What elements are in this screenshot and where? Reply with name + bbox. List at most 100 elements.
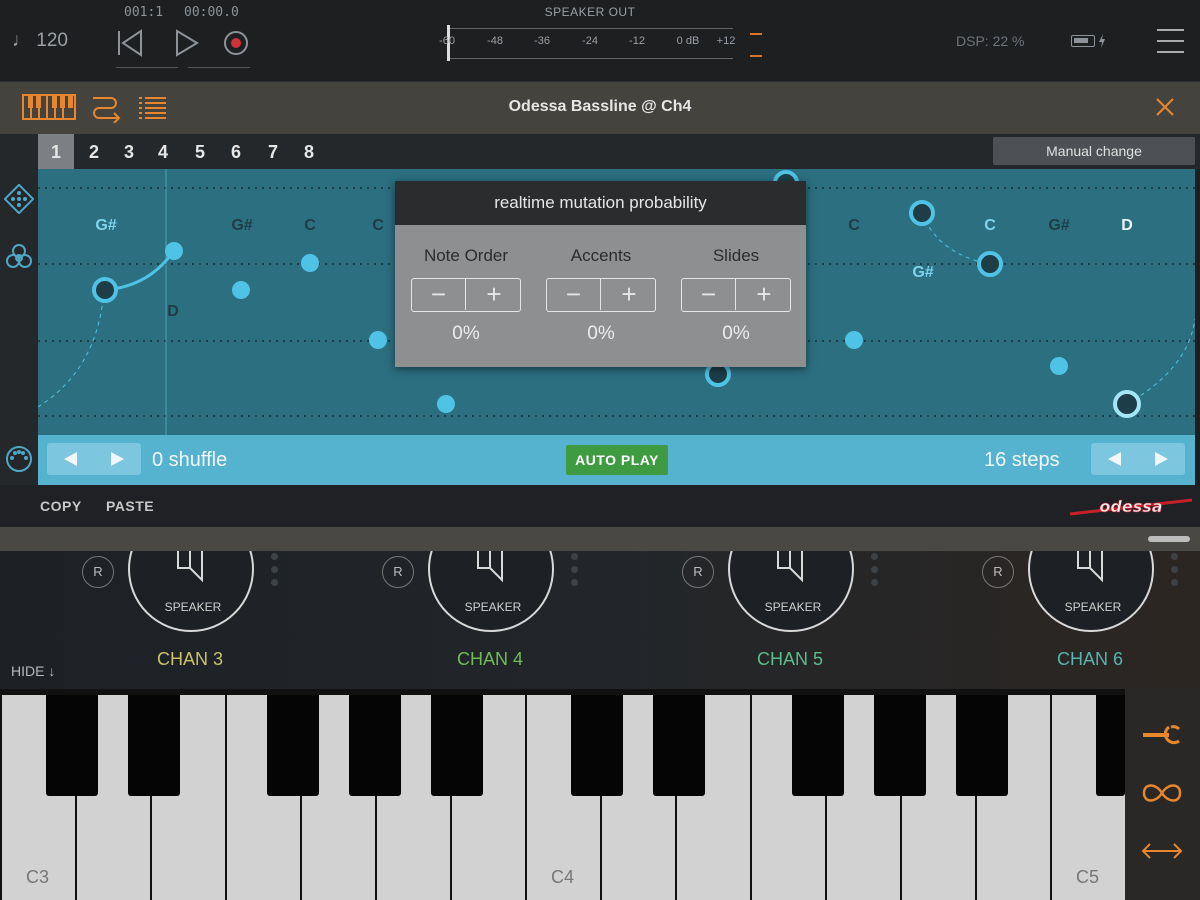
steps-increase-icon[interactable] xyxy=(1138,443,1185,475)
note-label: G# xyxy=(95,217,117,234)
record-button[interactable] xyxy=(222,28,252,58)
meter-mark: -12 xyxy=(629,35,645,47)
keyboard-side-panel xyxy=(1125,689,1200,900)
channel-name: CHAN 4 xyxy=(456,649,523,669)
tempo-display[interactable]: ♩ 120 xyxy=(12,30,68,52)
list-icon[interactable] xyxy=(139,96,166,120)
note-label: G# xyxy=(912,264,934,281)
menu-button[interactable] xyxy=(1157,29,1184,62)
slides-label: Slides xyxy=(712,246,760,265)
steps-decrease-icon[interactable] xyxy=(1091,443,1138,475)
black-key[interactable] xyxy=(792,695,844,796)
black-key[interactable] xyxy=(571,695,623,796)
tab-pattern-8[interactable]: 8 xyxy=(291,134,327,169)
accents-increment[interactable]: + xyxy=(602,279,656,310)
rewind-underline xyxy=(116,67,178,68)
wrench-icon[interactable] xyxy=(1141,723,1183,747)
resize-handle[interactable] xyxy=(1148,536,1190,542)
speaker-icon xyxy=(777,551,803,583)
black-key[interactable] xyxy=(128,695,180,796)
slides-value: 0% xyxy=(722,323,750,344)
record-arm-button[interactable]: R xyxy=(982,556,1014,588)
output-knob[interactable]: SPEAKER xyxy=(1028,551,1154,632)
shuffle-increase-icon[interactable] xyxy=(94,443,141,475)
tab-pattern-1[interactable]: 1 xyxy=(38,134,74,169)
black-key[interactable] xyxy=(956,695,1008,796)
black-key[interactable] xyxy=(653,695,705,796)
resize-horizontal-icon[interactable] xyxy=(1141,841,1183,861)
black-key[interactable] xyxy=(46,695,98,796)
note-order-label: Note Order xyxy=(423,246,509,265)
note-order-decrement[interactable]: − xyxy=(412,279,466,310)
paste-button[interactable]: PASTE xyxy=(106,498,154,514)
svg-text:odessa: odessa xyxy=(1099,497,1162,516)
key-label-c4: C4 xyxy=(551,867,575,887)
midi-icon[interactable] xyxy=(4,444,34,474)
black-key[interactable] xyxy=(1096,695,1125,796)
hide-mixer-button[interactable]: HIDE ↓ xyxy=(11,663,55,679)
channel-options-dots[interactable] xyxy=(271,553,279,592)
time-display: 00:00.0 xyxy=(184,5,239,20)
meter-mark: +12 xyxy=(716,35,736,47)
plugin-header: Odessa Bassline @ Ch4 xyxy=(0,82,1200,134)
black-key[interactable] xyxy=(349,695,401,796)
transport-bar: ♩ 120 001:1 00:00.0 SPEAKER OUT -60 -48 … xyxy=(0,0,1200,82)
odessa-logo: odessa xyxy=(1068,496,1194,518)
knob-label: SPEAKER xyxy=(764,600,822,614)
infinity-icon[interactable] xyxy=(1141,781,1183,805)
tab-pattern-7[interactable]: 7 xyxy=(255,134,291,169)
note-label: G# xyxy=(1048,217,1070,234)
note-order-stepper: − + xyxy=(411,278,521,312)
black-key[interactable] xyxy=(874,695,926,796)
black-key[interactable] xyxy=(267,695,319,796)
mixer-panel: R SPEAKER CHAN 3 R SPEAKER CHAN 4 R SPEA… xyxy=(0,551,1200,689)
biohazard-icon[interactable] xyxy=(4,242,34,272)
note-order-increment[interactable]: + xyxy=(467,279,521,310)
meter-top-line xyxy=(448,28,733,29)
clip-indicator-left xyxy=(750,33,762,35)
dice-icon[interactable] xyxy=(4,184,34,214)
channel-options-dots[interactable] xyxy=(871,553,879,592)
piano-keys-icon[interactable] xyxy=(22,93,76,121)
meter-mark: -24 xyxy=(582,35,598,47)
slides-stepper: − + xyxy=(681,278,791,312)
manual-change-button[interactable]: Manual change xyxy=(993,137,1195,165)
tab-pattern-3[interactable]: 3 xyxy=(111,134,147,169)
output-knob[interactable]: SPEAKER xyxy=(128,551,254,632)
channel-name: CHAN 3 xyxy=(156,649,223,669)
accents-decrement[interactable]: − xyxy=(547,279,601,310)
shuffle-value: 0 shuffle xyxy=(152,449,228,471)
meter-bottom-line xyxy=(448,58,733,59)
shuffle-decrease-icon[interactable] xyxy=(47,443,94,475)
clipboard-row: COPY PASTE odessa xyxy=(0,485,1200,527)
record-arm-button[interactable]: R xyxy=(682,556,714,588)
slides-increment[interactable]: + xyxy=(737,279,791,310)
black-key[interactable] xyxy=(431,695,483,796)
note-order-value: 0% xyxy=(452,323,480,344)
rewind-button[interactable] xyxy=(115,28,145,58)
tab-pattern-5[interactable]: 5 xyxy=(182,134,218,169)
meter-title: SPEAKER OUT xyxy=(544,5,636,19)
meter-mark: -60 xyxy=(439,35,455,47)
routing-icon[interactable] xyxy=(91,93,121,123)
left-tool-column xyxy=(0,134,38,485)
play-button[interactable] xyxy=(172,28,202,58)
channel-options-dots[interactable] xyxy=(1171,553,1179,592)
record-arm-button[interactable]: R xyxy=(382,556,414,588)
record-arm-button[interactable]: R xyxy=(82,556,114,588)
slides-decrement[interactable]: − xyxy=(682,279,736,310)
output-knob[interactable]: SPEAKER xyxy=(428,551,554,632)
tab-pattern-6[interactable]: 6 xyxy=(218,134,254,169)
channel-options-dots[interactable] xyxy=(571,553,579,592)
output-knob[interactable]: SPEAKER xyxy=(728,551,854,632)
speaker-icon xyxy=(177,551,203,583)
tab-pattern-4[interactable]: 4 xyxy=(145,134,181,169)
auto-play-button[interactable]: AUTO PLAY xyxy=(566,445,668,475)
close-icon[interactable] xyxy=(1152,94,1178,120)
copy-button[interactable]: COPY xyxy=(40,498,82,514)
meter-mark: -48 xyxy=(487,35,503,47)
note-label: C xyxy=(304,217,316,234)
key-label-c5: C5 xyxy=(1076,867,1100,887)
tab-pattern-2[interactable]: 2 xyxy=(76,134,112,169)
mutation-popup: realtime mutation probability Note Order… xyxy=(395,181,806,367)
